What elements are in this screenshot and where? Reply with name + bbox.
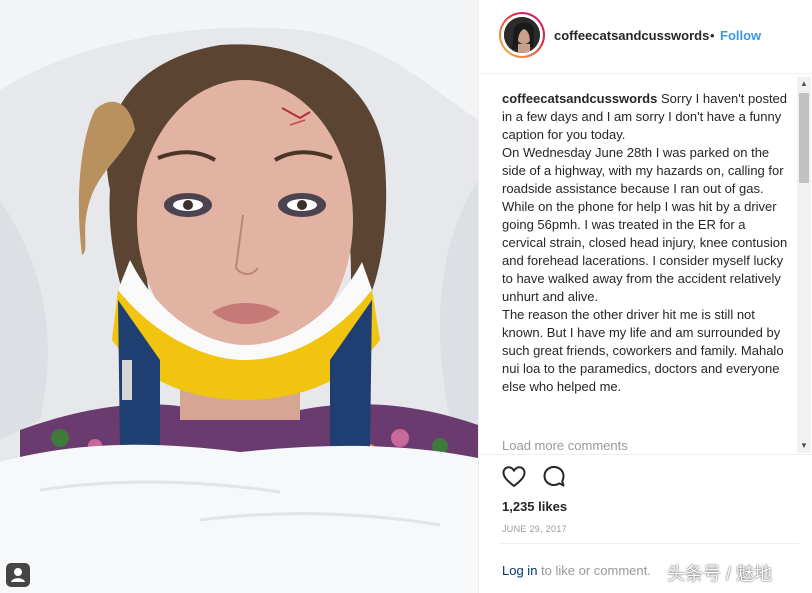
divider	[499, 543, 799, 544]
scroll-up-arrow-icon[interactable]: ▲	[797, 77, 811, 91]
divider	[479, 454, 812, 455]
post-photo[interactable]	[0, 0, 478, 593]
avatar[interactable]	[499, 12, 545, 58]
watermark-text: 头条号 / 魅地	[667, 564, 773, 584]
caption-paragraph-2: On Wednesday June 28th I was parked on t…	[502, 145, 788, 304]
login-prompt: Log in to like or comment.	[502, 563, 651, 578]
scrollbar-thumb[interactable]	[799, 93, 809, 183]
post-date: JUNE 29, 2017	[502, 524, 567, 534]
caption-username[interactable]: coffeecatsandcusswords	[502, 91, 657, 106]
post-username[interactable]: coffeecatsandcusswords	[554, 28, 709, 43]
scroll-down-arrow-icon[interactable]: ▼	[797, 439, 811, 453]
comment-bubble-icon[interactable]	[541, 464, 567, 490]
avatar-image	[504, 17, 540, 53]
caption-paragraph-3: The reason the other driver hit me is st…	[502, 307, 784, 394]
post-header: coffeecatsandcusswords • Follow	[479, 0, 812, 74]
patient-photo-illustration	[0, 0, 478, 593]
load-more-comments-link[interactable]: Load more comments	[502, 438, 628, 453]
login-prompt-text: to like or comment.	[537, 563, 651, 578]
separator-dot: •	[710, 28, 715, 43]
comments-scrollbar[interactable]: ▲ ▼	[797, 77, 811, 453]
heart-icon[interactable]	[501, 464, 527, 490]
login-link[interactable]: Log in	[502, 563, 537, 578]
user-tag-icon[interactable]	[6, 563, 30, 587]
likes-count[interactable]: 1,235 likes	[502, 499, 567, 514]
follow-button[interactable]: Follow	[720, 28, 761, 43]
caption-paragraph-1: coffeecatsandcusswords Sorry I haven't p…	[502, 90, 792, 144]
post-sidebar: coffeecatsandcusswords • Follow coffeeca…	[478, 0, 812, 593]
caption-block: coffeecatsandcusswords Sorry I haven't p…	[502, 90, 792, 460]
